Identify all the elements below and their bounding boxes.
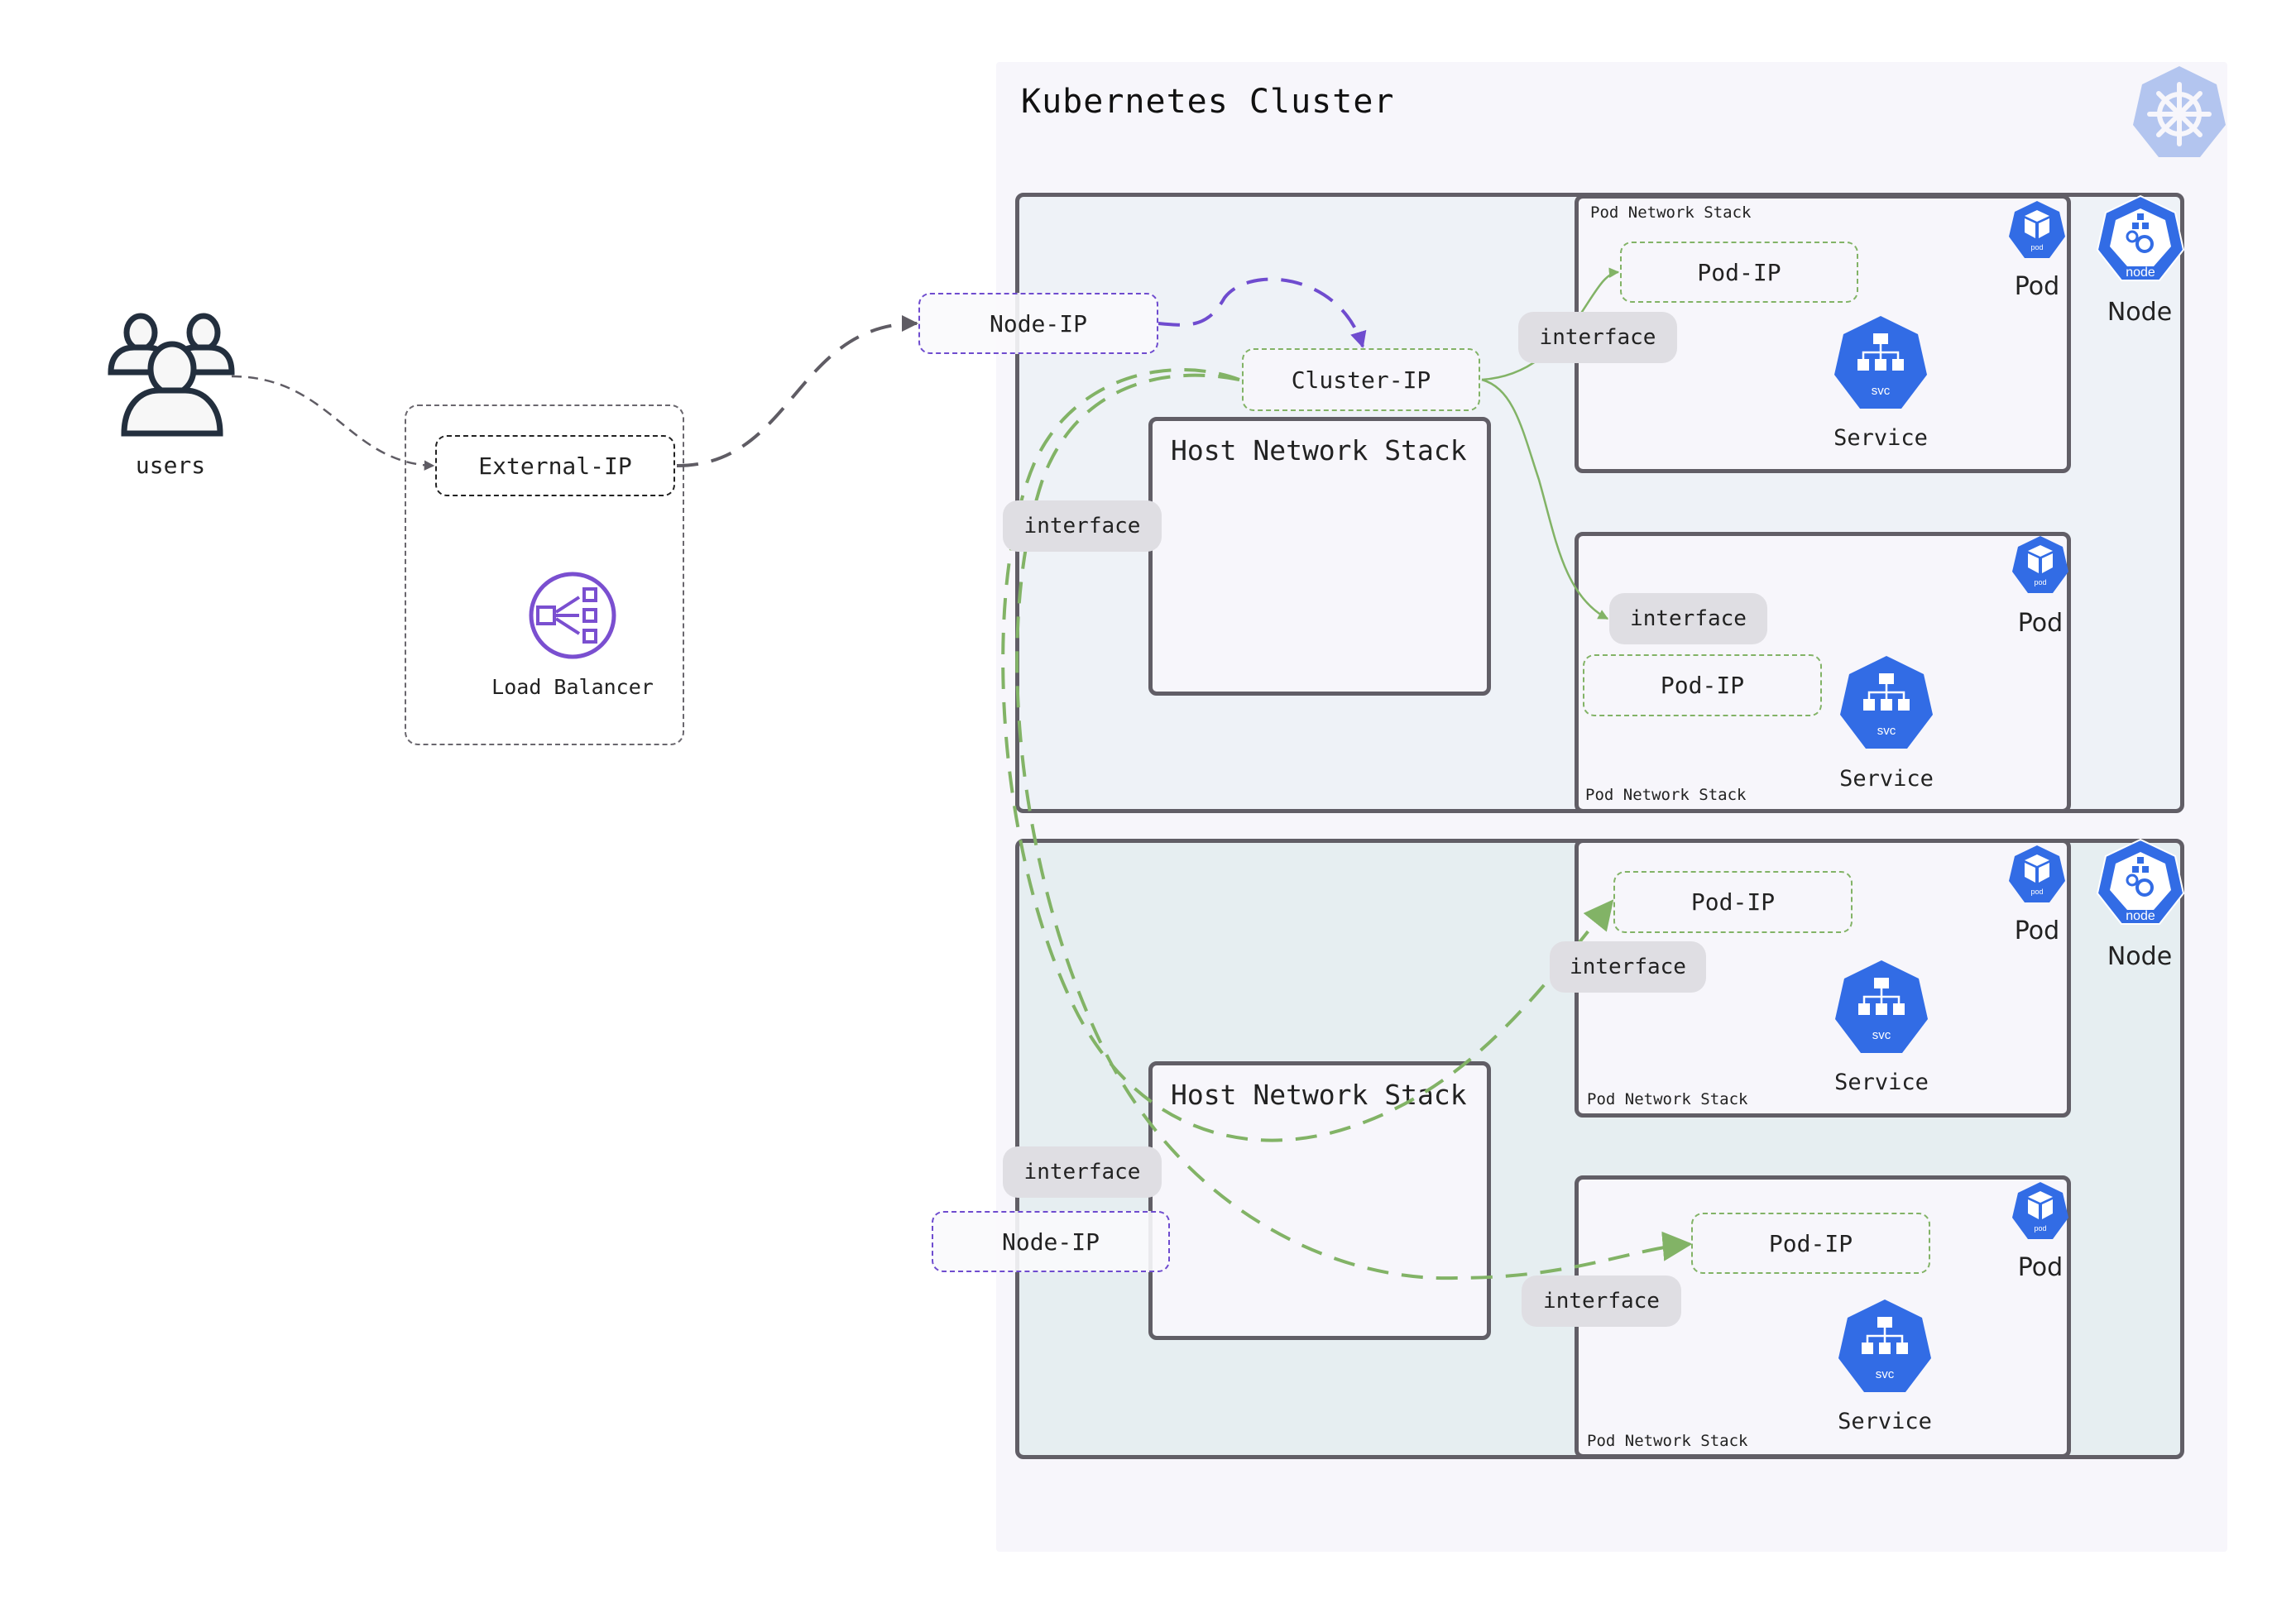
pod-ip-box-4[interactable]: Pod-IP [1691, 1213, 1930, 1274]
service-icon: svc [1834, 316, 1927, 409]
pod-network-stack-label: Pod Network Stack [1590, 203, 1752, 222]
users-icon [108, 313, 235, 437]
external-ip-box[interactable]: External-IP [435, 435, 675, 496]
pod-network-stack-label: Pod Network Stack [1585, 786, 1747, 804]
node-ip-box-1[interactable]: Node-IP [918, 293, 1158, 354]
kubernetes-helm-icon [2133, 66, 2226, 157]
pod-ip-box-2[interactable]: Pod-IP [1583, 654, 1822, 716]
pod-icon: pod [2012, 1182, 2068, 1239]
load-balancer-label: Load Balancer [491, 675, 654, 699]
pod-ip-box-1[interactable]: Pod-IP [1620, 242, 1858, 303]
interface-pod-4: interface [1522, 1276, 1681, 1327]
host-network-stack-1: Host Network Stack [1148, 417, 1491, 696]
cluster-title: Kubernetes Cluster [1021, 83, 1395, 121]
interface-node-2: interface [1003, 1146, 1162, 1198]
flow-external-ip-to-node-ip [676, 315, 918, 467]
pod-network-stack-label: Pod Network Stack [1587, 1090, 1748, 1108]
node-icon: node [2096, 839, 2185, 925]
service-icon: svc [1835, 960, 1928, 1053]
pod-network-stack-label: Pod Network Stack [1587, 1432, 1748, 1450]
service-label: Service [1833, 425, 1928, 451]
service-icon-text: svc [1877, 724, 1896, 738]
interface-pod-1: interface [1518, 312, 1677, 363]
node-label: Node [2107, 298, 2173, 327]
pod-label: Pod [2014, 272, 2060, 301]
pod-icon: pod [2009, 845, 2065, 902]
host-network-stack-2: Host Network Stack [1148, 1061, 1491, 1340]
pod-label: Pod [2017, 609, 2064, 638]
service-icon: svc [1840, 656, 1933, 749]
node-icon-text: node [2126, 266, 2155, 280]
pod-ip-box-3[interactable]: Pod-IP [1613, 871, 1853, 933]
pod-icon-text: pod [2030, 888, 2043, 896]
flow-users-to-external-ip [231, 375, 435, 471]
pod-label: Pod [2014, 917, 2060, 945]
pod-icon-text: pod [2034, 1224, 2046, 1232]
node-icon: node [2096, 195, 2185, 281]
node-icon-text: node [2126, 909, 2155, 923]
users-label: users [135, 452, 206, 479]
service-label: Service [1838, 1409, 1932, 1434]
pod-icon-text: pod [2030, 243, 2043, 251]
cluster-ip-box[interactable]: Cluster-IP [1242, 348, 1480, 411]
pod-icon: pod [2009, 201, 2065, 258]
service-label: Service [1839, 766, 1934, 792]
host-network-stack-label: Host Network Stack [1171, 434, 1467, 467]
service-label: Service [1834, 1070, 1929, 1095]
service-icon-text: svc [1872, 1028, 1891, 1042]
pod-label: Pod [2017, 1253, 2064, 1282]
service-icon-text: svc [1876, 1367, 1895, 1381]
pod-icon-text: pod [2034, 578, 2046, 586]
service-icon: svc [1838, 1299, 1931, 1392]
pod-icon: pod [2012, 536, 2068, 593]
node-ip-box-2[interactable]: Node-IP [932, 1211, 1170, 1272]
interface-pod-2: interface [1609, 593, 1767, 644]
interface-pod-3: interface [1550, 941, 1706, 993]
host-network-stack-label: Host Network Stack [1171, 1079, 1467, 1111]
node-label: Node [2107, 942, 2173, 971]
service-icon-text: svc [1872, 384, 1891, 398]
load-balancer-icon [529, 572, 616, 659]
interface-node-1: interface [1003, 500, 1162, 552]
